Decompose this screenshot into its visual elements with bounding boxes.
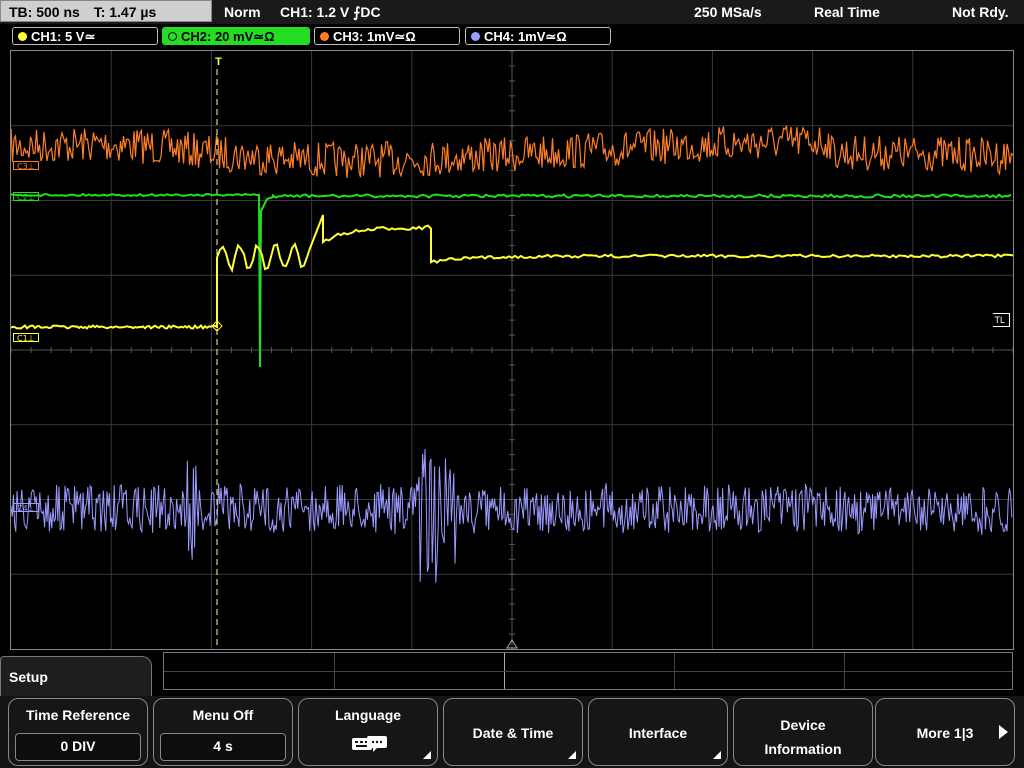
time-reference-value: 0 DIV — [15, 733, 141, 761]
more-softkey[interactable]: More 1|3 — [875, 698, 1015, 766]
time-reference-label: Time Reference — [25, 707, 130, 723]
submenu-indicator-icon — [423, 751, 431, 759]
channel-2-label: CH2: 20 mV≃Ω — [181, 29, 275, 44]
keyboard-icon — [352, 736, 387, 752]
menu-title-tab: Setup — [0, 656, 152, 698]
date-time-softkey[interactable]: Date & Time — [443, 698, 583, 766]
more-label: More 1|3 — [916, 725, 974, 741]
ch2-trace — [11, 192, 1012, 368]
submenu-indicator-icon — [568, 751, 576, 759]
ch1-color-dot — [18, 32, 27, 41]
trigger-mode[interactable]: Norm — [224, 0, 261, 24]
overview-baseline — [164, 671, 1012, 672]
language-label: Language — [334, 707, 402, 723]
channel-4-label: CH4: 1mV≃Ω — [484, 29, 567, 44]
ch1-offset-marker[interactable]: C1⊥ — [13, 333, 39, 343]
waveform-display[interactable]: C3⊥ C2⊥ C1⊥ C4⊥ TL T — [10, 50, 1014, 650]
next-page-arrow-icon — [999, 725, 1008, 739]
run-status: Not Rdy. — [952, 4, 1009, 20]
timebase-value: TB: 500 ns — [9, 4, 80, 20]
language-softkey[interactable]: Language — [298, 698, 438, 766]
interface-label: Interface — [628, 725, 688, 741]
date-time-label: Date & Time — [472, 725, 554, 741]
ch4-offset-marker[interactable]: C4⊥ — [13, 503, 39, 513]
device-information-label: Device Information — [764, 717, 842, 757]
menu-off-value: 4 s — [160, 733, 286, 761]
interface-softkey[interactable]: Interface — [588, 698, 728, 766]
ch2-offset-marker[interactable]: C2⊥ — [13, 192, 39, 202]
channel-bar: CH1: 5 V≃ CH2: 20 mV≃Ω CH3: 1mV≃Ω CH4: 1… — [0, 26, 1024, 48]
trigger-time-value: T: 1.47 µs — [93, 4, 157, 20]
channel-1-label: CH1: 5 V≃ — [31, 29, 96, 44]
menu-off-label: Menu Off — [192, 707, 254, 723]
channel-4-box[interactable]: CH4: 1mV≃Ω — [465, 27, 611, 45]
submenu-indicator-icon — [713, 751, 721, 759]
sample-rate: 250 MSa/s — [694, 4, 762, 20]
acquisition-mode: Real Time — [814, 4, 880, 20]
channel-1-box[interactable]: CH1: 5 V≃ — [12, 27, 158, 45]
channel-3-label: CH3: 1mV≃Ω — [333, 29, 416, 44]
trigger-info[interactable]: CH1: 1.2 V ⨍DC — [280, 0, 381, 24]
channel-3-box[interactable]: CH3: 1mV≃Ω — [314, 27, 460, 45]
ch3-offset-marker[interactable]: C3⊥ — [13, 161, 39, 171]
status-bar: TB: 500 ns T: 1.47 µs Norm CH1: 1.2 V ⨍D… — [0, 0, 1024, 24]
menu-off-softkey[interactable]: Menu Off 4 s — [153, 698, 293, 766]
device-information-softkey[interactable]: Device Information — [733, 698, 873, 766]
trigger-position-marker[interactable]: T — [213, 53, 224, 73]
menu-title: Setup — [9, 669, 48, 685]
ch2-color-dot — [168, 32, 177, 41]
time-reference-softkey[interactable]: Time Reference 0 DIV — [8, 698, 148, 766]
channel-2-box[interactable]: CH2: 20 mV≃Ω — [162, 27, 310, 45]
overview-strip — [163, 652, 1013, 690]
ch4-trace — [11, 448, 1013, 583]
ch4-color-dot — [471, 32, 480, 41]
waveform-canvas — [11, 51, 1013, 649]
ch3-color-dot — [320, 32, 329, 41]
timebase-box[interactable]: TB: 500 ns T: 1.47 µs — [0, 0, 212, 22]
